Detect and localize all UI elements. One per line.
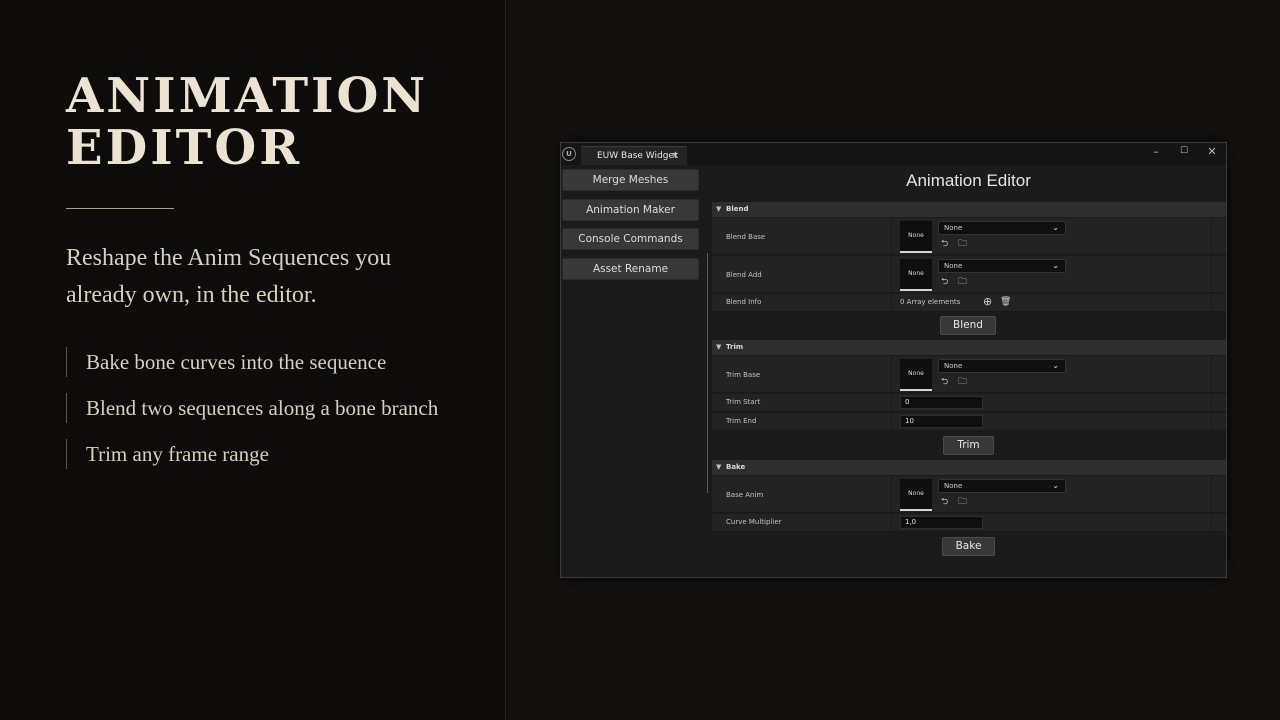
bake-section-header[interactable]: ▼ Bake bbox=[712, 460, 1226, 475]
chevron-down-icon: ⌄ bbox=[1052, 223, 1059, 232]
property-label: Trim End bbox=[726, 417, 757, 425]
property-label: Blend Base bbox=[726, 233, 766, 241]
combo-value: None bbox=[944, 482, 963, 490]
feature-item: Bake bone curves into the sequence bbox=[66, 347, 438, 377]
collapse-arrow-icon: ▼ bbox=[716, 205, 722, 213]
browse-icon[interactable]: 🗀 bbox=[958, 497, 967, 507]
feature-list: Bake bone curves into the sequence Blend… bbox=[66, 347, 438, 485]
asset-thumbnail[interactable]: None bbox=[900, 221, 932, 253]
combo-value: None bbox=[944, 224, 963, 232]
console-commands-button[interactable]: Console Commands bbox=[562, 228, 699, 250]
base-anim-row: Base Anim None None ⌄ ⮌ 🗀 bbox=[712, 476, 1226, 513]
delete-icon[interactable]: 🗑 bbox=[1000, 297, 1011, 307]
asset-thumbnail[interactable]: None bbox=[900, 359, 932, 391]
window-titlebar[interactable]: U EUW Base Widget × – ☐ ✕ bbox=[561, 143, 1226, 165]
curve-multiplier-input[interactable]: 1,0 bbox=[900, 516, 983, 529]
feature-item: Blend two sequences along a bone branch bbox=[66, 393, 438, 423]
asset-thumbnail[interactable]: None bbox=[900, 479, 932, 511]
feature-item: Trim any frame range bbox=[66, 439, 438, 469]
trim-section-header[interactable]: ▼ Trim bbox=[712, 340, 1226, 355]
property-label: Blend Add bbox=[726, 271, 762, 279]
slide-title-line-2: EDITOR bbox=[66, 120, 303, 176]
property-label: Curve Multiplier bbox=[726, 518, 782, 526]
bake-button[interactable]: Bake bbox=[942, 537, 995, 556]
use-selected-icon[interactable]: ⮌ bbox=[941, 377, 948, 387]
panel-splitter[interactable] bbox=[707, 253, 708, 493]
chevron-down-icon: ⌄ bbox=[1052, 261, 1059, 270]
browse-icon[interactable]: 🗀 bbox=[958, 239, 967, 249]
trim-start-row: Trim Start 0 bbox=[712, 394, 1226, 412]
slide-subtitle: Reshape the Anim Sequences you already o… bbox=[66, 245, 392, 308]
minimize-button[interactable]: – bbox=[1147, 145, 1165, 158]
property-label: Base Anim bbox=[726, 491, 764, 499]
blend-section-header[interactable]: ▼ Blend bbox=[712, 202, 1226, 217]
property-label: Trim Base bbox=[726, 371, 761, 379]
asset-rename-button[interactable]: Asset Rename bbox=[562, 258, 699, 280]
tab-close-icon[interactable]: × bbox=[671, 147, 679, 165]
blend-button[interactable]: Blend bbox=[940, 316, 996, 335]
tab-label: EUW Base Widget bbox=[597, 151, 678, 161]
trim-base-row: Trim Base None None ⌄ ⮌ 🗀 bbox=[712, 356, 1226, 393]
tab-euw-base-widget[interactable]: EUW Base Widget × bbox=[581, 146, 687, 165]
combo-value: None bbox=[944, 362, 963, 370]
combo-value: None bbox=[944, 262, 963, 270]
trim-end-row: Trim End 10 bbox=[712, 413, 1226, 431]
section-title: Bake bbox=[726, 463, 746, 471]
array-count: 0 Array elements bbox=[900, 298, 961, 306]
add-element-icon[interactable]: ⊕ bbox=[983, 296, 992, 307]
asset-picker-combo[interactable]: None ⌄ bbox=[938, 259, 1066, 273]
slide-text-panel: ANIMATION EDITOR Reshape the Anim Sequen… bbox=[0, 0, 506, 720]
slide-title-line-1: ANIMATION bbox=[66, 68, 429, 124]
page-title: Animation Editor bbox=[906, 171, 1031, 190]
use-selected-icon[interactable]: ⮌ bbox=[941, 277, 948, 287]
blend-add-row: Blend Add None None ⌄ ⮌ 🗀 bbox=[712, 256, 1226, 293]
editor-utility-window: U EUW Base Widget × – ☐ ✕ Merge Meshes A… bbox=[560, 142, 1227, 578]
title-divider bbox=[66, 208, 174, 209]
chevron-down-icon: ⌄ bbox=[1052, 361, 1059, 370]
browse-icon[interactable]: 🗀 bbox=[958, 377, 967, 387]
asset-picker-combo[interactable]: None ⌄ bbox=[938, 479, 1066, 493]
asset-picker-combo[interactable]: None ⌄ bbox=[938, 221, 1066, 235]
chevron-down-icon: ⌄ bbox=[1052, 481, 1059, 490]
collapse-arrow-icon: ▼ bbox=[716, 463, 722, 471]
collapse-arrow-icon: ▼ bbox=[716, 343, 722, 351]
section-title: Blend bbox=[726, 205, 749, 213]
asset-thumbnail[interactable]: None bbox=[900, 259, 932, 291]
close-window-button[interactable]: ✕ bbox=[1203, 145, 1221, 158]
unreal-logo-icon: U bbox=[562, 147, 576, 161]
use-selected-icon[interactable]: ⮌ bbox=[941, 497, 948, 507]
section-title: Trim bbox=[726, 343, 744, 351]
trim-button[interactable]: Trim bbox=[943, 436, 994, 455]
use-selected-icon[interactable]: ⮌ bbox=[941, 239, 948, 249]
animation-maker-button[interactable]: Animation Maker bbox=[562, 199, 699, 221]
blend-base-row: Blend Base None None ⌄ ⮌ 🗀 bbox=[712, 218, 1226, 255]
slide-title: ANIMATION EDITOR bbox=[66, 70, 428, 174]
merge-meshes-button[interactable]: Merge Meshes bbox=[562, 169, 699, 191]
maximize-button[interactable]: ☐ bbox=[1175, 146, 1193, 156]
curve-multiplier-row: Curve Multiplier 1,0 bbox=[712, 514, 1226, 532]
trim-start-input[interactable]: 0 bbox=[900, 396, 983, 409]
trim-end-input[interactable]: 10 bbox=[900, 415, 983, 428]
asset-picker-combo[interactable]: None ⌄ bbox=[938, 359, 1066, 373]
browse-icon[interactable]: 🗀 bbox=[958, 277, 967, 287]
property-label: Blend Info bbox=[726, 298, 762, 306]
property-label: Trim Start bbox=[726, 398, 761, 406]
blend-info-row: Blend Info 0 Array elements ⊕ 🗑 bbox=[712, 294, 1226, 312]
